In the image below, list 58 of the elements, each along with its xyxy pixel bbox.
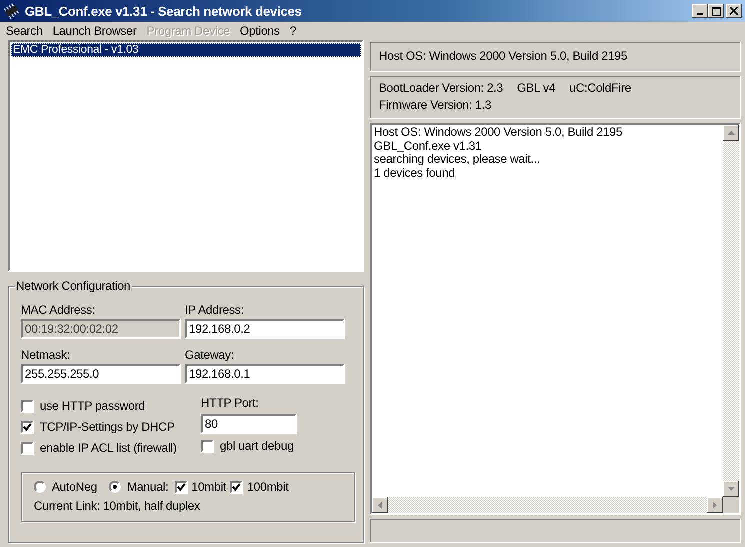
field-label: Netmask:: [21, 348, 72, 362]
radio-button[interactable]: [34, 481, 46, 493]
radio-label: Manual:: [127, 480, 169, 494]
log-line: searching devices, please wait...: [374, 153, 542, 166]
checkbox[interactable]: [201, 440, 214, 452]
checkbox-label: 100mbit: [247, 480, 289, 494]
window-title: GBL_Conf.exe v1.31 - Search network devices: [25, 4, 303, 18]
horizontal-scrollbar[interactable]: [372, 497, 723, 513]
scroll-down-button[interactable]: [723, 481, 739, 497]
field-label: IP Address:: [185, 303, 245, 317]
maximize-button[interactable]: [708, 4, 724, 18]
checkbox-label: use HTTP password: [40, 399, 146, 413]
checkbox[interactable]: [21, 420, 34, 434]
menu-item[interactable]: Launch Browser: [52, 24, 137, 38]
scroll-right-button[interactable]: [707, 497, 723, 513]
radio-button[interactable]: [109, 481, 122, 493]
device-info-text: BootLoader Version: 2.3: [379, 81, 504, 95]
field-label: MAC Address:: [21, 303, 96, 317]
field-label: HTTP Port:: [201, 396, 260, 410]
checkbox-label: gbl uart debug: [220, 439, 294, 453]
input-field[interactable]: 192.168.0.2: [185, 319, 345, 339]
scrollbar-corner: [723, 497, 739, 513]
checkbox[interactable]: [174, 480, 188, 494]
checkbox-label: 10mbit: [192, 480, 226, 494]
close-icon: [730, 7, 738, 15]
device-info-text: GBL v4: [517, 81, 556, 95]
checkbox[interactable]: [21, 400, 34, 412]
host-info-text: Host OS: Windows 2000 Version 5.0, Build 2195: [379, 49, 628, 63]
close-button[interactable]: [726, 4, 742, 18]
down-arrow-icon: [728, 487, 734, 491]
log-line: GBL_Conf.exe v1.31: [374, 140, 483, 153]
field-label: Gateway:: [185, 348, 236, 362]
menu-item[interactable]: ?: [290, 24, 296, 38]
radio-label: AutoNeg: [52, 480, 98, 494]
left-arrow-icon: [378, 502, 382, 508]
maximize-icon: [712, 6, 720, 16]
checkbox-label: enable IP ACL list (firewall): [40, 441, 177, 455]
scroll-up-button[interactable]: [723, 125, 739, 141]
minimize-button[interactable]: [692, 4, 708, 18]
firmware-version-text: Firmware Version: 1.3: [379, 98, 493, 112]
log-line: Host OS: Windows 2000 Version 5.0, Build 2195: [374, 126, 624, 140]
device-list-item[interactable]: EMC Professional - v1.03: [11, 43, 361, 57]
menu-item[interactable]: Search: [6, 24, 43, 38]
checkbox-label: TCP/IP-Settings by DHCP: [40, 420, 175, 434]
current-link-text: Current Link: 10mbit, half duplex: [34, 499, 202, 513]
checkbox[interactable]: [21, 442, 34, 454]
group-title: Network Configuration: [15, 279, 132, 293]
input-field[interactable]: 192.168.0.1: [185, 364, 345, 384]
device-info-text: uC:ColdFire: [570, 81, 632, 95]
scroll-left-button[interactable]: [372, 497, 388, 513]
right-arrow-icon: [713, 502, 717, 508]
log-line: 1 devices found: [374, 166, 456, 180]
vertical-scrollbar[interactable]: [723, 125, 739, 497]
input-field[interactable]: 80: [201, 414, 297, 434]
input-field[interactable]: 255.255.255.0: [21, 364, 181, 384]
checkbox[interactable]: [230, 480, 244, 494]
menu-item[interactable]: Options: [240, 24, 280, 38]
up-arrow-icon: [728, 131, 734, 135]
